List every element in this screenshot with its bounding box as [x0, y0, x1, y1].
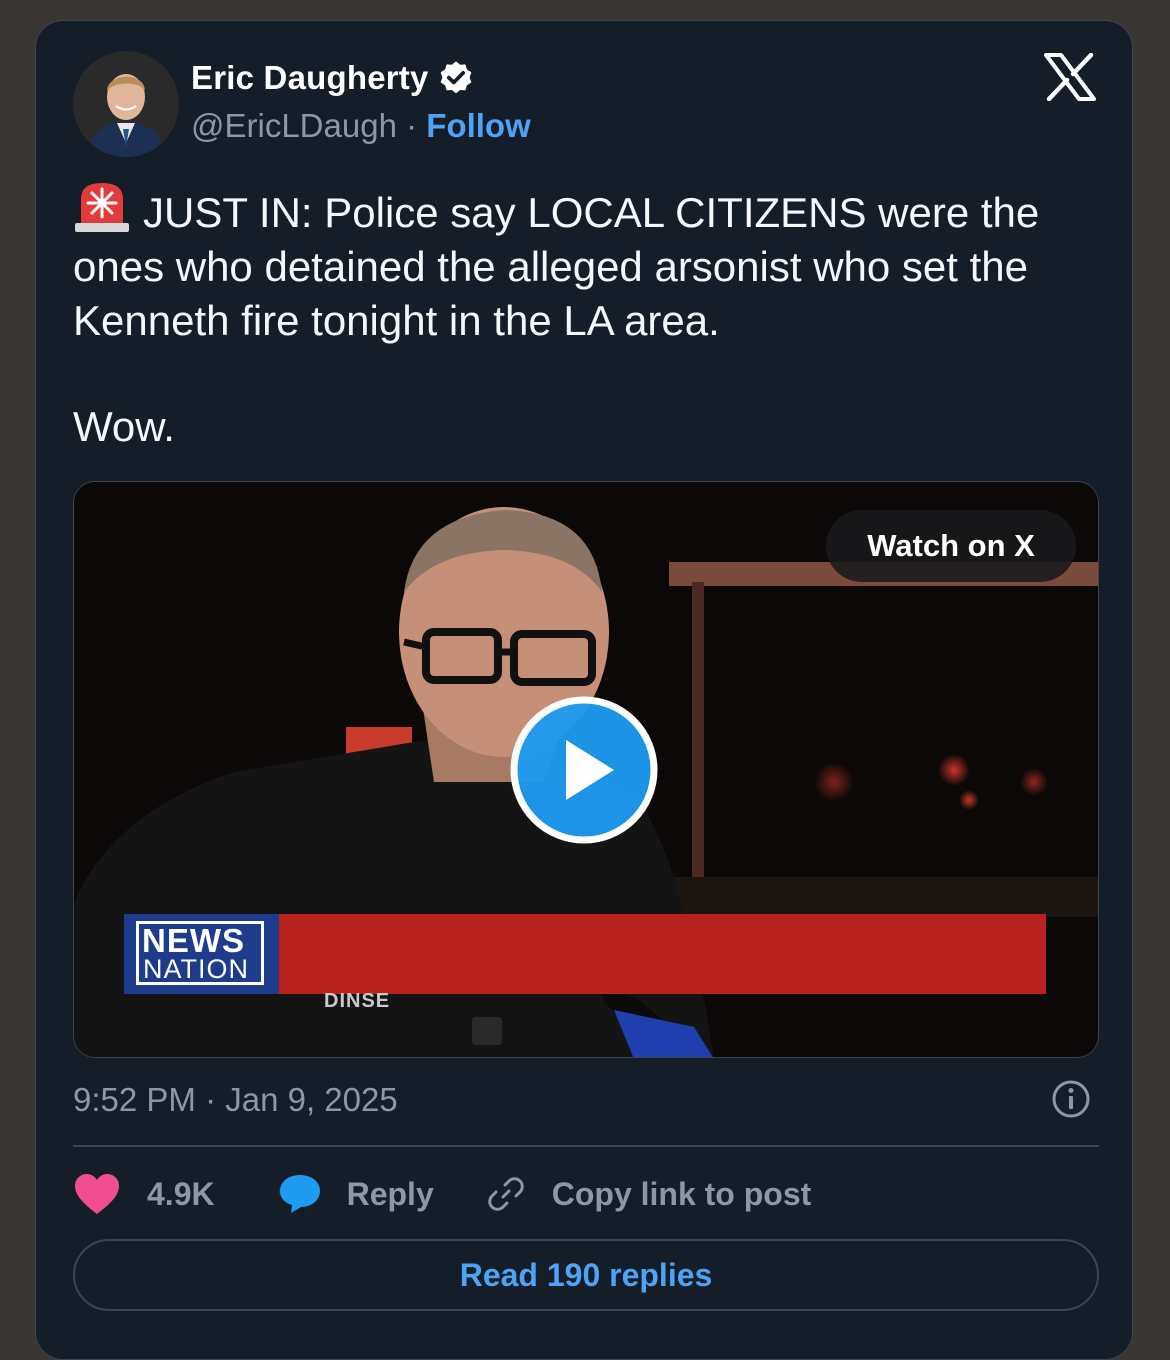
- author-avatar[interactable]: [73, 51, 179, 157]
- x-logo-icon[interactable]: [1044, 53, 1096, 101]
- tweet-text-line2: Wow.: [73, 403, 175, 450]
- watch-on-x-button[interactable]: Watch on X: [826, 510, 1076, 582]
- info-icon[interactable]: [1051, 1079, 1091, 1119]
- tweet-card: Eric Daugherty @EricLDaugh · Follow JUST…: [35, 20, 1133, 1360]
- tweet-text: JUST IN: Police say LOCAL CITIZENS were …: [73, 189, 1040, 344]
- reply-label: Reply: [346, 1175, 434, 1212]
- siren-emoji-icon: [75, 183, 129, 232]
- video-player[interactable]: NEWS NATION DINSE Watch on X: [73, 481, 1099, 1058]
- reply-button[interactable]: Reply: [277, 1172, 434, 1216]
- heart-icon: [75, 1174, 119, 1214]
- author-handle[interactable]: @EricLDaugh: [191, 107, 397, 144]
- reply-bubble-icon: [279, 1175, 320, 1213]
- tweet-body: JUST IN: Police say LOCAL CITIZENS were …: [73, 181, 1103, 348]
- like-count: 4.9K: [147, 1175, 215, 1212]
- play-icon[interactable]: [508, 694, 660, 846]
- news-nation-logo: NEWS NATION: [124, 914, 279, 994]
- copy-link-label: Copy link to post: [551, 1175, 812, 1212]
- divider: [73, 1145, 1099, 1147]
- handle-separator: ·: [406, 107, 418, 144]
- verified-badge-icon: [440, 61, 471, 94]
- copy-link-button[interactable]: Copy link to post: [486, 1174, 812, 1214]
- read-replies-button[interactable]: Read 190 replies: [73, 1239, 1099, 1311]
- author-name[interactable]: Eric Daugherty: [191, 59, 429, 97]
- link-icon: [487, 1177, 524, 1211]
- like-button[interactable]: 4.9K: [73, 1172, 215, 1216]
- uniform-nametag: DINSE: [324, 990, 391, 1012]
- follow-button[interactable]: Follow: [426, 107, 530, 144]
- action-bar: 4.9K Reply Copy link to post: [73, 1169, 811, 1219]
- tweet-timestamp[interactable]: 9:52 PM · Jan 9, 2025: [73, 1081, 398, 1119]
